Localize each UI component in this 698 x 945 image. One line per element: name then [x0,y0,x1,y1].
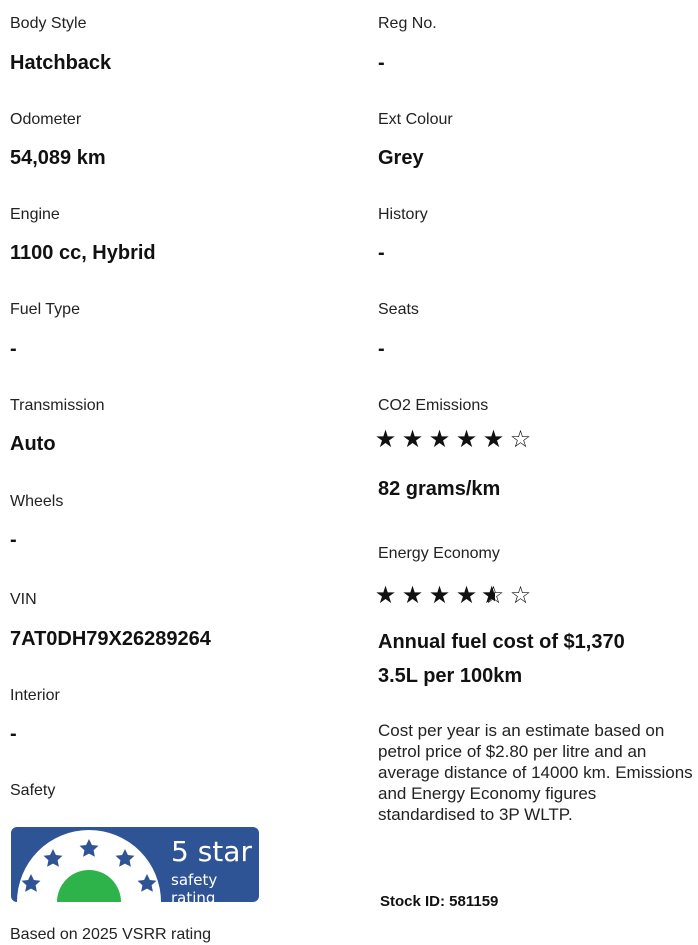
spec-value: 82 grams/km [378,478,501,500]
spec-label: Odometer [10,111,82,128]
star-filled-icon: ★ [401,426,426,453]
star-filled-icon: ★ [374,582,399,609]
spec-label: Ext Colour [378,111,453,128]
spec-value: - [10,338,17,360]
spec-value: - [378,52,385,74]
star-empty-icon: ☆ [509,582,534,609]
spec-label: Reg No. [378,15,437,32]
spec-value: Grey [378,147,424,169]
spec-label: Wheels [10,493,64,510]
safety-rating-badge: 5 star safety rating [11,827,259,902]
star-filled-icon: ★ [428,426,453,453]
spec-label: Fuel Type [10,301,80,318]
stock-id: Stock ID: 581159 [380,893,499,910]
spec-label: CO2 Emissions [378,397,489,414]
star-filled-icon: ★ [428,582,453,609]
spec-label: Safety [10,782,56,799]
spec-value: - [10,723,17,745]
spec-label: Transmission [10,397,105,414]
co2-star-rating: ★ ★ ★ ★ ★ ☆ [373,427,535,453]
spec-label: Energy Economy [378,545,500,562]
star-filled-icon: ★ [482,426,507,453]
spec-label: Seats [378,301,419,318]
spec-value: Auto [10,433,56,455]
badge-line-1: 5 star [171,835,252,868]
spec-label: History [378,206,428,223]
fuel-consumption: 3.5L per 100km [378,665,523,687]
star-empty-icon: ☆ [509,426,534,453]
star-half-icon: ☆ ★ [481,582,507,609]
cost-estimate-note: Cost per year is an estimate based on pe… [378,721,693,824]
annual-fuel-cost: Annual fuel cost of $1,370 [378,631,625,653]
spec-value: 7AT0DH79X26289264 [10,628,211,650]
spec-value: - [378,338,385,360]
spec-label: VIN [10,591,37,608]
spec-label: Engine [10,206,60,223]
spec-value: - [378,242,385,264]
spec-label: Interior [10,687,60,704]
star-filled-icon: ★ [455,582,480,609]
spec-value: Hatchback [10,52,112,74]
safety-footnote: Based on 2025 VSRR rating [10,926,212,943]
spec-label: Body Style [10,15,87,32]
star-filled-icon: ★ [455,426,480,453]
star-filled-icon: ★ [401,582,426,609]
star-filled-icon: ★ [374,426,399,453]
badge-line-2: safety rating [171,871,218,902]
spec-value: 1100 cc, Hybrid [10,242,156,264]
energy-star-rating: ★ ★ ★ ★ ☆ ★ ☆ [373,583,535,609]
spec-value: - [10,529,17,551]
spec-value: 54,089 km [10,147,106,169]
